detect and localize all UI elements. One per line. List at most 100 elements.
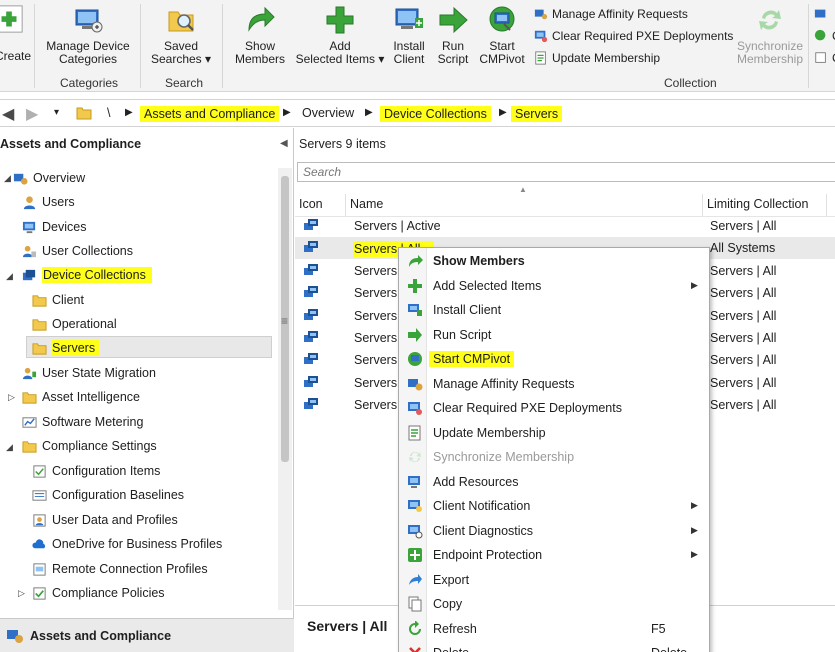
menu-item-clear-required-pxe-deployments[interactable]: Clear Required PXE Deployments (399, 396, 709, 420)
nav-item-user-data-and-profiles[interactable]: User Data and Profiles (32, 510, 178, 530)
menu-item-label: Run Script (433, 327, 492, 342)
menu-item-synchronize-membership[interactable]: Synchronize Membership (399, 445, 709, 469)
manage-affinity-requests-button[interactable]: Manage Affinity Requests (534, 7, 688, 21)
nav-item-servers[interactable]: Servers (32, 338, 100, 358)
pxe-icon (534, 30, 548, 43)
device-collection-icon (304, 308, 318, 320)
menu-item-run-script[interactable]: Run Script (399, 323, 709, 347)
expand-icon[interactable]: ◢ (4, 173, 11, 184)
manage-device-categories-button[interactable]: Manage Device Categories (40, 4, 136, 66)
run-script-button[interactable]: Run Script (434, 4, 472, 66)
nav-item-compliance-settings[interactable]: Compliance Settings (22, 436, 157, 456)
nav-item-users[interactable]: Users (22, 192, 75, 212)
expand-icon[interactable]: ◢ (6, 442, 13, 453)
breadcrumb-assets-and-compliance[interactable]: Assets and Compliance (140, 106, 280, 122)
column-header-icon[interactable]: Icon (295, 194, 346, 216)
search-input[interactable]: Search (297, 162, 835, 182)
nav-item-label: User Data and Profiles (52, 513, 178, 527)
add-resources-icon (408, 475, 420, 488)
nav-item-configuration-baselines[interactable]: Configuration Baselines (32, 485, 184, 505)
nav-item-configuration-items[interactable]: Configuration Items (32, 461, 160, 481)
table-row[interactable]: Servers | Active Servers | All (295, 215, 835, 237)
start-cmpivot-button[interactable]: Start CMPivot (474, 4, 530, 66)
breadcrumb-separator-icon[interactable]: ▶ (125, 107, 133, 118)
create-button[interactable]: Create (0, 4, 32, 63)
nav-item-label: Overview (33, 171, 86, 185)
device-collections-icon (22, 269, 36, 280)
ribbon-cutoff-button[interactable] (814, 7, 828, 21)
expand-icon[interactable]: ▷ (18, 588, 25, 599)
menu-item-client-diagnostics[interactable]: Client Diagnostics ▶ (399, 519, 709, 543)
ribbon-cutoff-button[interactable]: C (814, 29, 835, 43)
address-root[interactable]: \ (107, 106, 110, 120)
nav-item-device-collections[interactable]: Device Collections (22, 265, 152, 285)
update-membership-button[interactable]: Update Membership (534, 51, 660, 65)
saved-searches-button[interactable]: Saved Searches ▾ (148, 4, 214, 66)
nav-item-remote-connection-profiles[interactable]: Remote Connection Profiles (32, 559, 208, 579)
breadcrumb-device-collections[interactable]: Device Collections (380, 106, 491, 122)
nav-item-label: Compliance Settings (42, 439, 157, 453)
nav-item-devices[interactable]: Devices (22, 217, 86, 237)
menu-item-start-cmpivot[interactable]: Start CMPivot (399, 347, 709, 371)
nav-item-label: Configuration Baselines (52, 488, 185, 502)
install-client-button[interactable]: Install Client (388, 4, 430, 66)
collapse-pane-icon[interactable]: ◀ (280, 138, 288, 149)
add-selected-items-button[interactable]: Add Selected Items ▾ (294, 4, 386, 66)
menu-item-label: Export (433, 572, 470, 587)
nav-scrollbar[interactable] (278, 168, 292, 610)
column-header-name[interactable]: Name (346, 194, 703, 216)
menu-item-endpoint-protection[interactable]: Endpoint Protection ▶ (399, 543, 709, 567)
expand-icon[interactable]: ▷ (8, 392, 15, 403)
row-name: Servers | (354, 286, 404, 301)
breadcrumb-overview[interactable]: Overview (302, 106, 354, 120)
pane-splitter-icon[interactable]: ≡ (281, 314, 288, 328)
breadcrumb-servers[interactable]: Servers (511, 106, 563, 122)
expand-icon[interactable]: ◢ (6, 271, 13, 282)
history-dropdown-icon[interactable]: ▾ (54, 107, 59, 118)
nav-item-user-state-migration[interactable]: User State Migration (22, 363, 156, 383)
nav-item-client[interactable]: Client (32, 290, 84, 310)
column-header-limiting-collection[interactable]: Limiting Collection (703, 194, 827, 216)
menu-item-client-notification[interactable]: Client Notification ▶ (399, 494, 709, 518)
folder-icon (22, 391, 37, 404)
device-collection-icon (304, 375, 318, 387)
menu-item-label: Manage Affinity Requests (433, 376, 575, 391)
breadcrumb-separator-icon[interactable]: ▶ (499, 107, 507, 118)
menu-item-delete[interactable]: Delete Delete (399, 641, 709, 652)
menu-item-manage-affinity-requests[interactable]: Manage Affinity Requests (399, 372, 709, 396)
clear-pxe-deployments-button[interactable]: Clear Required PXE Deployments (534, 29, 733, 43)
show-members-button[interactable]: Show Members (230, 4, 290, 66)
menu-item-export[interactable]: Export (399, 568, 709, 592)
menu-item-add-resources[interactable]: Add Resources (399, 470, 709, 494)
address-bar: ◀ ▶ ▾ \ ▶ Assets and Compliance ▶ Overvi… (0, 99, 835, 127)
menu-item-copy[interactable]: Copy (399, 592, 709, 616)
manage-device-categories-label-2: Categories (58, 52, 118, 66)
nav-item-label: Operational (52, 317, 117, 331)
menu-item-refresh[interactable]: Refresh F5 (399, 617, 709, 641)
devices-icon (22, 221, 36, 233)
nav-item-operational[interactable]: Operational (32, 314, 117, 334)
menu-item-show-members[interactable]: Show Members (399, 249, 709, 273)
nav-item-compliance-policies[interactable]: Compliance Policies (32, 583, 165, 603)
nav-item-label: Software Metering (42, 415, 144, 429)
breadcrumb-separator-icon[interactable]: ▶ (365, 107, 373, 118)
workspace-assets-and-compliance[interactable]: Assets and Compliance (0, 618, 294, 652)
nav-item-label: Servers (52, 340, 100, 356)
menu-item-add-selected-items[interactable]: Add Selected Items ▶ (399, 274, 709, 298)
breadcrumb-separator-icon[interactable]: ▶ (283, 107, 291, 118)
nav-item-onedrive-profiles[interactable]: OneDrive for Business Profiles (32, 534, 222, 554)
shortcut-key: F5 (651, 621, 666, 636)
device-collection-icon (304, 398, 318, 410)
nav-item-user-collections[interactable]: User Collections (22, 241, 133, 261)
synchronize-membership-button[interactable]: Synchronize Membership (734, 4, 806, 66)
menu-item-update-membership[interactable]: Update Membership (399, 421, 709, 445)
back-arrow-icon[interactable]: ◀ (2, 104, 14, 124)
forward-arrow-icon[interactable]: ▶ (26, 104, 38, 124)
menu-item-install-client[interactable]: Install Client (399, 298, 709, 322)
device-categories-icon (75, 9, 103, 33)
nav-item-software-metering[interactable]: Software Metering (22, 412, 143, 432)
ribbon-cutoff-button[interactable]: C (814, 51, 835, 65)
nav-item-asset-intelligence[interactable]: Asset Intelligence (22, 387, 140, 407)
nav-item-overview[interactable]: Overview (13, 168, 85, 188)
sort-ascending-icon: ▲ (519, 185, 527, 194)
